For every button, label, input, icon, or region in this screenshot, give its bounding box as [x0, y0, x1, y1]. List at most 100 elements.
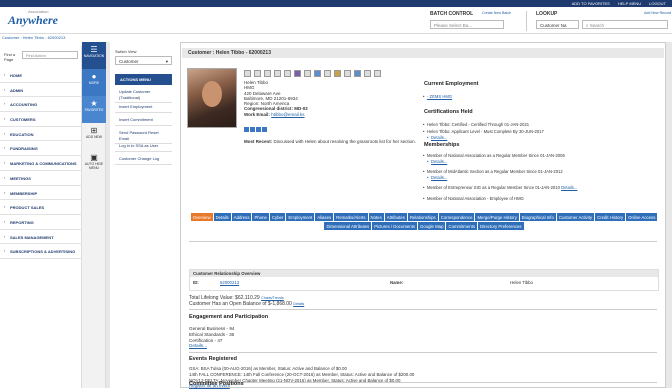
nav-item-fundraising[interactable]: FUNDRAISING — [0, 141, 82, 157]
toolbar-icon-12[interactable] — [354, 70, 361, 77]
breadcrumb[interactable]: Customer : Helen Tibbo - 62000213 — [2, 35, 65, 40]
nav-item-home[interactable]: HOME — [0, 68, 82, 83]
social-icon-3[interactable] — [256, 127, 261, 132]
tab-aliases[interactable]: Aliases — [315, 213, 334, 221]
employment-item: - ZEMS HMG — [423, 94, 657, 99]
auto-hide-button[interactable]: ▣ AUTO HIDE MENU — [82, 150, 106, 177]
logout-link[interactable]: LOGOUT — [649, 1, 666, 6]
nav-item-admin[interactable]: ADMIN — [0, 83, 82, 98]
cert-details-link[interactable]: Details... — [427, 135, 661, 140]
toolbar-icon-14[interactable] — [374, 70, 381, 77]
tab-customer-activity[interactable]: Customer Activity — [556, 213, 595, 221]
nav-item-meetings[interactable]: MEETINGS — [0, 171, 82, 186]
tab-credit-history[interactable]: Credit History — [595, 213, 626, 221]
more-button[interactable]: ● MORE — [82, 69, 106, 96]
add-record-link[interactable]: Add New Record — [644, 11, 671, 15]
toolbar-icon-10[interactable] — [334, 70, 341, 77]
nav-item-marketing[interactable]: MARKETING & COMMUNICATIONS — [0, 156, 82, 171]
add-favorites-link[interactable]: ADD TO FAVORITES — [572, 1, 610, 6]
action-login-ssa[interactable]: Log in to SSA as User — [115, 141, 172, 152]
social-icon-1[interactable] — [244, 127, 249, 132]
toolbar-icon-3[interactable] — [264, 70, 271, 77]
search-input[interactable]: ⌕ Search — [582, 20, 668, 29]
main-panel: Customer : Helen Tibbo - 62000213 Helen … — [180, 42, 666, 388]
tab-address[interactable]: Address — [231, 213, 252, 221]
id-value-link[interactable]: 62000213 — [220, 280, 239, 285]
toolbar-icon-7[interactable] — [304, 70, 311, 77]
tab-biographical[interactable]: Biographical Info — [519, 213, 556, 221]
cert-item-1: Helen Tibbo: Certified - Certified Throu… — [423, 122, 657, 127]
action-insert-employment[interactable]: Insert Employment — [115, 102, 172, 113]
committee-heading: Committee Positions — [189, 381, 244, 387]
tab-employment[interactable]: Employment — [286, 213, 315, 221]
nav-item-sales-management[interactable]: SALES MANAGEMENT — [0, 230, 82, 245]
nav-item-education[interactable]: EDUCATION — [0, 127, 82, 142]
chevron-down-icon: ▾ — [165, 59, 168, 64]
tab-relationships[interactable]: Relationships — [407, 213, 438, 221]
add-new-button[interactable]: ⊞ ADD NEW — [82, 123, 106, 150]
toolbar-icon-11[interactable] — [344, 70, 351, 77]
tab-online-access[interactable]: Online Access — [626, 213, 658, 221]
tab-directory[interactable]: Directory Preferences — [477, 222, 524, 230]
top-bar: ADD TO FAVORITES HELP MENU LOGOUT — [0, 0, 672, 7]
toolbar-icon-9[interactable] — [324, 70, 331, 77]
tab-attributes[interactable]: Attributes — [384, 213, 407, 221]
toolbar-icon-2[interactable] — [254, 70, 261, 77]
membership-details-3[interactable]: Details... — [561, 185, 577, 190]
hide-icon: ▣ — [90, 153, 98, 162]
membership-details-2[interactable]: Details... — [427, 175, 661, 180]
cert-item-2: Helen Tibbo: Applicant Level - Must Comp… — [423, 129, 657, 134]
social-icon-4[interactable] — [262, 127, 267, 132]
action-change-log[interactable]: Customer Change Log — [115, 154, 172, 165]
charts-trends-link[interactable]: Charts/Trends — [261, 296, 284, 300]
action-insert-commitment[interactable]: Insert Commitment — [115, 115, 172, 126]
find-action-input[interactable]: Find Action — [22, 51, 78, 59]
create-batch-link[interactable]: Create New Batch — [482, 11, 511, 15]
help-menu-link[interactable]: HELP MENU — [618, 1, 641, 6]
membership-item-4: Member of National Association - Employe… — [423, 196, 657, 201]
nav-item-customers[interactable]: CUSTOMERS — [0, 112, 82, 127]
toolbar-icon-8[interactable] — [314, 70, 321, 77]
balance-details-link[interactable]: Details — [293, 302, 304, 306]
tab-phone[interactable]: Phone — [252, 213, 269, 221]
engagement-details-link[interactable]: Details... — [189, 343, 207, 348]
toolbar-icon-6[interactable] — [294, 70, 301, 77]
toolbar-icon-5[interactable] — [284, 70, 291, 77]
navigation-button[interactable]: ☰ NAVIGATION — [82, 42, 106, 69]
tab-commitments[interactable]: Commitments — [446, 222, 477, 230]
customer-email-link[interactable]: htibbo@email.ks — [271, 112, 304, 117]
tab-google-map[interactable]: Google Map — [418, 222, 446, 230]
events-heading: Events Registered — [189, 356, 237, 362]
nav-item-product-sales[interactable]: PRODUCT SALES — [0, 200, 82, 215]
icon-column: ☰ NAVIGATION ● MORE ★ FAVORITES ⊞ ADD NEW ▣ A… — [82, 42, 106, 388]
tab-cyber[interactable]: Cyber — [269, 213, 286, 221]
tab-merge-purge[interactable]: Merge/Purge History — [475, 213, 519, 221]
tab-remarks[interactable]: Remarks/Alerts — [334, 213, 368, 221]
nav-item-accounting[interactable]: ACCOUNTING — [0, 97, 82, 113]
left-scrollbar[interactable] — [106, 42, 110, 388]
action-update-customer[interactable]: Update Customer (Traditional) — [115, 87, 172, 103]
toolbar-icon-1[interactable] — [244, 70, 251, 77]
nav-item-membership[interactable]: MEMBERSHIP — [0, 186, 82, 201]
tab-details[interactable]: Details — [213, 213, 231, 221]
tab-notes[interactable]: Notes — [368, 213, 384, 221]
switch-view-select[interactable]: Customer ▾ — [115, 56, 172, 65]
nav-item-reporting[interactable]: REPORTING — [0, 215, 82, 230]
nav-item-subscriptions[interactable]: SUBSCRIPTIONS & ADVERTISING — [0, 244, 82, 259]
membership-details-1[interactable]: Details... — [427, 159, 661, 164]
tab-overview[interactable]: Overview — [190, 213, 213, 221]
main-scrollbar[interactable] — [666, 42, 672, 388]
more-icon: ● — [91, 72, 97, 81]
batch-select[interactable]: Please Select Ba... — [430, 20, 504, 29]
social-icon-2[interactable] — [250, 127, 255, 132]
tab-correspondence[interactable]: Correspondence — [438, 213, 475, 221]
page-title: Customer : Helen Tibbo - 62000213 — [182, 48, 664, 58]
toolbar-icon-13[interactable] — [364, 70, 371, 77]
batch-control: BATCH CONTROL Create New Batch — [430, 11, 512, 17]
app-logo[interactable]: Association Anywhere — [8, 9, 58, 28]
favorites-button[interactable]: ★ FAVORITES — [82, 96, 106, 123]
lookup-type-select[interactable]: Customer Na — [536, 20, 579, 29]
toolbar-icon-4[interactable] — [274, 70, 281, 77]
tab-dimensional[interactable]: Dimensional Attributes — [324, 222, 372, 230]
tab-pictures[interactable]: Pictures / Documents — [372, 222, 418, 230]
